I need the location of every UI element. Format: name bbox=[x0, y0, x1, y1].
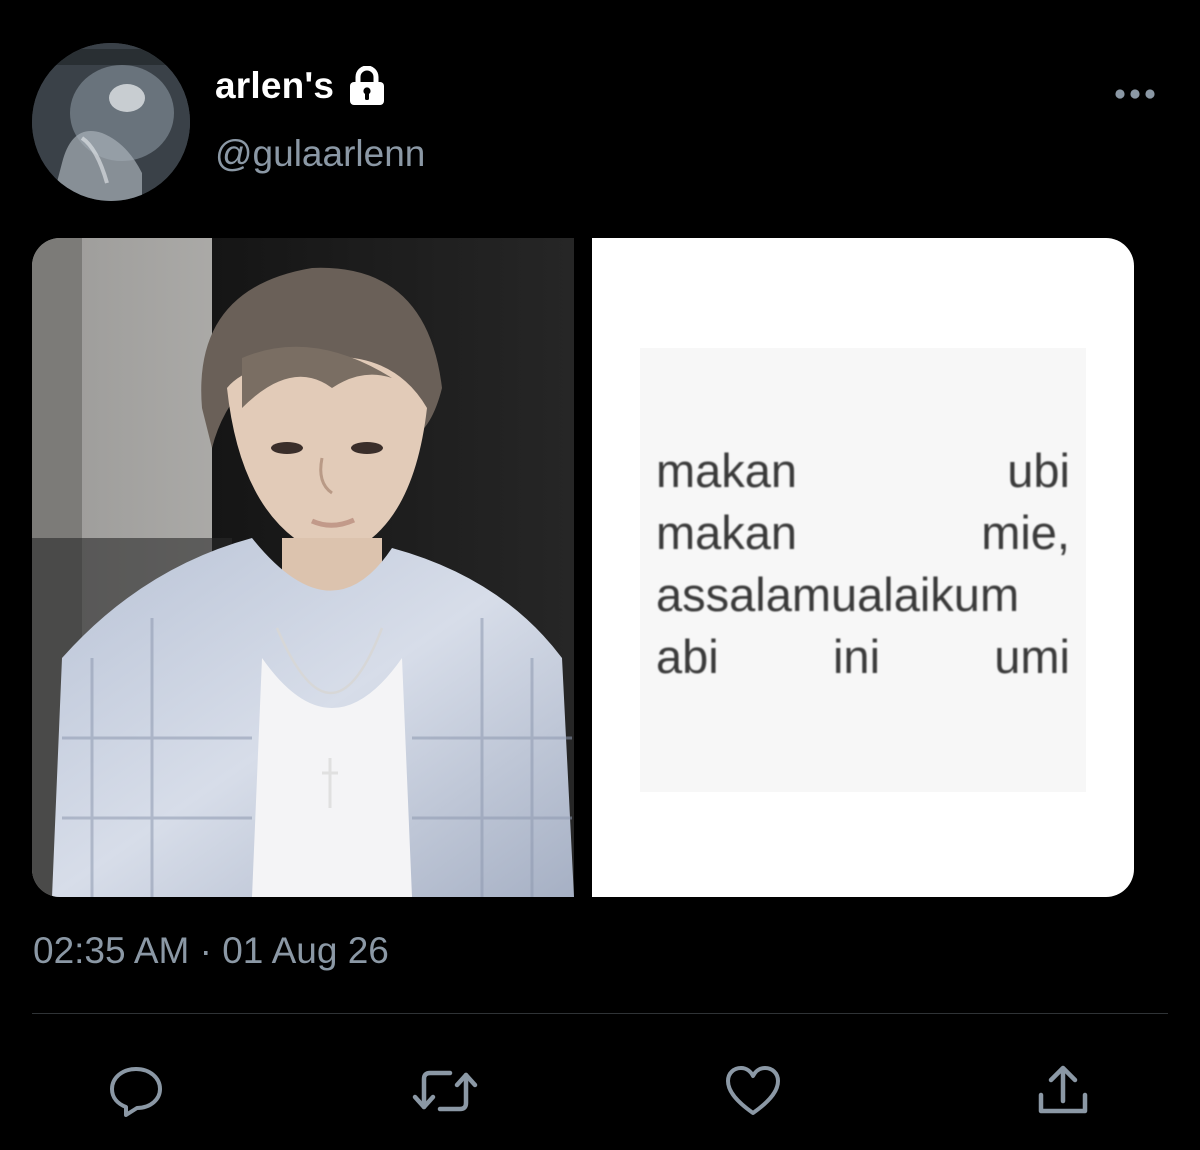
user-handle[interactable]: @gulaarlenn bbox=[215, 130, 425, 178]
share-icon[interactable] bbox=[1034, 1063, 1094, 1119]
retweet-icon[interactable] bbox=[410, 1063, 478, 1119]
text-image[interactable]: makan ubi makan mie, assalamualaikum abi… bbox=[592, 238, 1134, 897]
avatar-image bbox=[32, 43, 190, 201]
display-name[interactable]: arlen's bbox=[215, 62, 334, 110]
like-icon[interactable] bbox=[723, 1063, 783, 1119]
reply-icon[interactable] bbox=[106, 1063, 166, 1119]
display-name-row: arlen's bbox=[215, 62, 388, 110]
text-line-3: assalamualaikum bbox=[656, 568, 1020, 621]
lock-icon bbox=[346, 65, 388, 106]
text-card: makan ubi makan mie, assalamualaikum abi… bbox=[640, 348, 1086, 792]
text-line-2: makan mie, bbox=[656, 506, 1070, 559]
photo-of-person[interactable] bbox=[32, 238, 574, 897]
text-line-4: abi ini umi bbox=[656, 630, 1070, 683]
text-line-1: makan ubi bbox=[656, 444, 1070, 497]
divider bbox=[32, 1013, 1168, 1014]
more-horizontal-icon[interactable] bbox=[1114, 83, 1158, 105]
avatar[interactable] bbox=[32, 43, 190, 201]
media-grid: makan ubi makan mie, assalamualaikum abi… bbox=[32, 238, 1134, 897]
tweet-timestamp[interactable]: 02:35 AM · 01 Aug 26 bbox=[33, 925, 389, 977]
